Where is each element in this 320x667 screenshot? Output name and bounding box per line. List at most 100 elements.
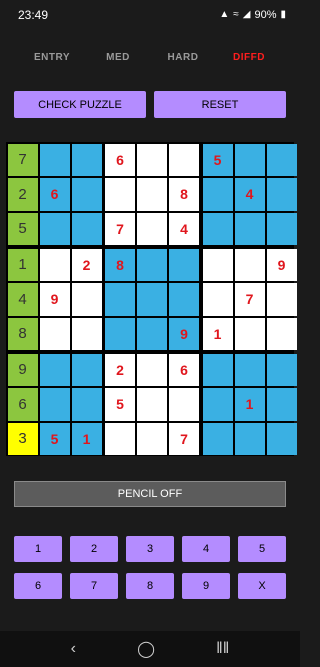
grid-cell[interactable] <box>39 388 70 421</box>
grid-cell[interactable] <box>71 353 102 386</box>
grid-cell[interactable]: 1 <box>7 248 38 281</box>
grid-cell[interactable]: 7 <box>7 143 38 176</box>
grid-cell[interactable] <box>266 317 297 350</box>
grid-cell[interactable]: 9 <box>266 248 297 281</box>
grid-cell[interactable] <box>137 212 167 245</box>
grid-cell[interactable]: 7 <box>105 212 135 245</box>
check-puzzle-button[interactable]: CHECK PUZZLE <box>14 91 146 118</box>
grid-cell[interactable] <box>234 143 265 176</box>
grid-cell[interactable] <box>105 317 135 350</box>
grid-cell[interactable] <box>71 178 102 211</box>
grid-cell[interactable]: 6 <box>105 143 135 176</box>
grid-cell[interactable] <box>105 283 135 316</box>
grid-cell[interactable]: 5 <box>105 388 135 421</box>
grid-cell[interactable]: 8 <box>105 248 135 281</box>
keypad-key-5[interactable]: 5 <box>238 536 286 562</box>
back-icon[interactable]: ‹ <box>71 640 76 658</box>
grid-cell[interactable]: 2 <box>71 248 102 281</box>
grid-cell[interactable] <box>39 317 70 350</box>
grid-cell[interactable]: 6 <box>7 388 38 421</box>
grid-cell[interactable] <box>105 422 135 455</box>
grid-cell[interactable] <box>137 422 167 455</box>
grid-cell[interactable] <box>266 143 297 176</box>
grid-cell[interactable] <box>234 317 265 350</box>
tab-hard[interactable]: HARD <box>153 52 213 63</box>
grid-cell[interactable] <box>169 143 199 176</box>
keypad-clear-button[interactable]: X <box>238 573 286 599</box>
grid-cell[interactable]: 4 <box>234 178 265 211</box>
grid-cell[interactable] <box>234 212 265 245</box>
keypad-key-2[interactable]: 2 <box>70 536 118 562</box>
grid-cell[interactable] <box>39 143 70 176</box>
keypad-key-4[interactable]: 4 <box>182 536 230 562</box>
grid-cell[interactable]: 6 <box>39 178 70 211</box>
grid-cell[interactable] <box>266 388 297 421</box>
grid-cell[interactable]: 5 <box>202 143 233 176</box>
grid-cell[interactable]: 6 <box>169 353 199 386</box>
grid-cell[interactable] <box>137 248 167 281</box>
grid-cell[interactable] <box>169 283 199 316</box>
pencil-toggle-button[interactable]: PENCIL OFF <box>14 481 286 507</box>
grid-cell[interactable] <box>234 422 265 455</box>
grid-cell[interactable]: 1 <box>71 422 102 455</box>
grid-cell[interactable]: 7 <box>169 422 199 455</box>
grid-cell[interactable] <box>202 178 233 211</box>
grid-cell[interactable]: 8 <box>169 178 199 211</box>
grid-cell[interactable]: 9 <box>39 283 70 316</box>
grid-cell[interactable]: 2 <box>105 353 135 386</box>
grid-cell[interactable] <box>234 248 265 281</box>
grid-cell[interactable] <box>169 248 199 281</box>
grid-cell[interactable] <box>137 283 167 316</box>
grid-cell[interactable] <box>202 212 233 245</box>
grid-cell[interactable]: 3 <box>7 422 38 455</box>
grid-cell[interactable] <box>71 143 102 176</box>
grid-cell[interactable]: 2 <box>7 178 38 211</box>
grid-cell[interactable]: 1 <box>202 317 233 350</box>
grid-cell[interactable] <box>266 212 297 245</box>
grid-cell[interactable] <box>39 353 70 386</box>
grid-cell[interactable] <box>71 283 102 316</box>
reset-button[interactable]: RESET <box>154 91 286 118</box>
keypad-key-6[interactable]: 6 <box>14 573 62 599</box>
grid-cell[interactable] <box>266 283 297 316</box>
grid-cell[interactable] <box>137 143 167 176</box>
grid-cell[interactable]: 8 <box>7 317 38 350</box>
keypad-key-8[interactable]: 8 <box>126 573 174 599</box>
grid-cell[interactable]: 5 <box>39 422 70 455</box>
keypad-key-1[interactable]: 1 <box>14 536 62 562</box>
grid-cell[interactable] <box>169 388 199 421</box>
grid-cell[interactable] <box>202 422 233 455</box>
grid-cell[interactable] <box>137 317 167 350</box>
grid-cell[interactable]: 9 <box>7 353 38 386</box>
tab-diffd[interactable]: DIFFD <box>219 52 279 63</box>
grid-cell[interactable] <box>234 353 265 386</box>
grid-cell[interactable] <box>105 178 135 211</box>
grid-cell[interactable]: 4 <box>7 283 38 316</box>
grid-cell[interactable] <box>202 283 233 316</box>
keypad-key-7[interactable]: 7 <box>70 573 118 599</box>
grid-cell[interactable] <box>202 353 233 386</box>
grid-cell[interactable] <box>71 317 102 350</box>
keypad-key-9[interactable]: 9 <box>182 573 230 599</box>
grid-cell[interactable] <box>39 248 70 281</box>
grid-cell[interactable]: 1 <box>234 388 265 421</box>
tab-med[interactable]: MED <box>88 52 148 63</box>
keypad-key-3[interactable]: 3 <box>126 536 174 562</box>
grid-cell[interactable]: 4 <box>169 212 199 245</box>
grid-cell[interactable]: 5 <box>7 212 38 245</box>
grid-cell[interactable]: 7 <box>234 283 265 316</box>
grid-cell[interactable] <box>137 178 167 211</box>
home-icon[interactable]: ◯ <box>137 639 155 659</box>
grid-cell[interactable]: 9 <box>169 317 199 350</box>
grid-cell[interactable] <box>266 353 297 386</box>
grid-cell[interactable] <box>71 212 102 245</box>
grid-cell[interactable] <box>71 388 102 421</box>
grid-cell[interactable] <box>137 353 167 386</box>
grid-cell[interactable] <box>266 178 297 211</box>
grid-cell[interactable] <box>266 422 297 455</box>
grid-cell[interactable] <box>39 212 70 245</box>
grid-cell[interactable] <box>202 388 233 421</box>
recents-icon[interactable]: ‖‖ <box>216 640 229 658</box>
grid-cell[interactable] <box>202 248 233 281</box>
tab-entry[interactable]: ENTRY <box>22 52 82 63</box>
